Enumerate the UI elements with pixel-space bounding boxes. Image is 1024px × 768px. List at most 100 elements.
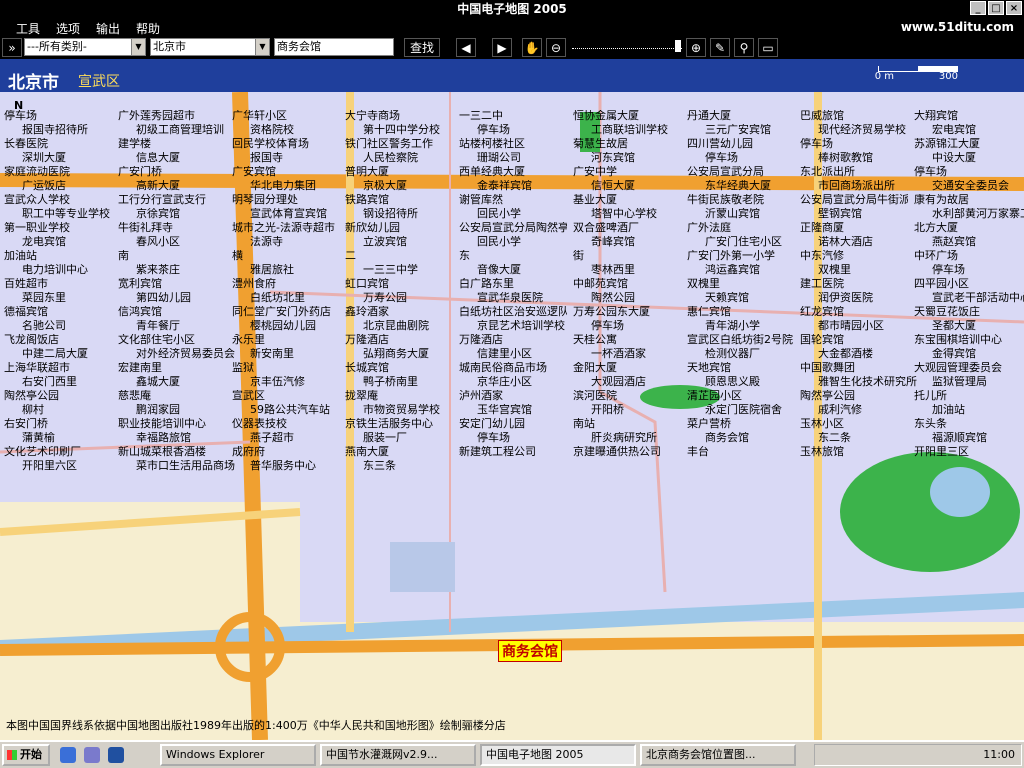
map-label[interactable]: 宣武华泉医院 <box>477 292 543 304</box>
map-label[interactable]: 公安局宣武分局陶然亭派出所 <box>459 222 567 234</box>
map-label[interactable]: 站楼柯楼社区 <box>459 138 525 150</box>
map-label[interactable]: 鑫城大厦 <box>136 376 180 388</box>
forward-arrow-icon[interactable]: ▶ <box>492 38 512 57</box>
map-label[interactable]: 龙电宾馆 <box>22 236 66 248</box>
category-select[interactable]: ---所有类别- ▼ <box>24 38 146 56</box>
map-label[interactable]: 柳村 <box>22 404 44 416</box>
map-label[interactable]: 铁路宾馆 <box>345 194 389 206</box>
map-label[interactable]: 圣都大厦 <box>932 320 976 332</box>
map-label[interactable]: 大观园酒店 <box>591 376 646 388</box>
map-label[interactable]: 菜园东里 <box>22 292 66 304</box>
map-label[interactable]: 丰台 <box>687 446 709 458</box>
map-label[interactable]: 广运饭店 <box>22 180 66 192</box>
map-label[interactable]: 职业技能培训中心 <box>118 418 206 430</box>
map-label[interactable]: 陶然亭公园 <box>800 390 855 402</box>
route-icon[interactable]: ⚲ <box>734 38 754 57</box>
map-label[interactable]: 燕南大厦 <box>345 446 389 458</box>
map-label[interactable]: 樱桃园幼儿园 <box>250 320 316 332</box>
map-label[interactable]: 现代经济贸易学校 <box>818 124 906 136</box>
map-label[interactable]: 福源顺宾馆 <box>932 432 987 444</box>
map-label[interactable]: 加油站 <box>932 404 965 416</box>
map-label[interactable]: 宣武众人学校 <box>4 194 70 206</box>
map-label[interactable]: 南 <box>118 250 129 262</box>
map-label[interactable]: 红龙宾馆 <box>800 306 844 318</box>
map-label[interactable]: 广外莲秀园超市 <box>118 110 195 122</box>
maximize-button[interactable]: □ <box>988 1 1004 15</box>
map-label[interactable]: 报国寺招待所 <box>22 124 88 136</box>
map-label[interactable]: 音像大厦 <box>477 264 521 276</box>
map-label[interactable]: 中环广场 <box>914 250 958 262</box>
map-label[interactable]: 文化部住宅小区 <box>118 334 195 346</box>
map-label[interactable]: 顾恩思义殿 <box>705 376 760 388</box>
map-label[interactable]: 职工中等专业学校 <box>22 208 110 220</box>
map-label[interactable]: 右安门桥 <box>4 418 48 430</box>
map-label[interactable]: 大观园管理委员会 <box>914 362 1002 374</box>
map-label[interactable]: 商务会馆 <box>705 432 749 444</box>
map-label[interactable]: 信息大厦 <box>136 152 180 164</box>
map-label[interactable]: 南站 <box>573 418 595 430</box>
map-label[interactable]: 建学楼 <box>118 138 151 150</box>
map-label[interactable]: 东宝围棋培训中心 <box>914 334 1002 346</box>
minimize-button[interactable]: _ <box>970 1 986 15</box>
map-label[interactable]: 玉林小区 <box>800 418 844 430</box>
map-label[interactable]: 恒协金属大厦 <box>573 110 639 122</box>
map-label[interactable]: 枣林西里 <box>591 264 635 276</box>
map-label[interactable]: 东华经典大厦 <box>705 180 771 192</box>
map-label[interactable]: 信建里小区 <box>477 348 532 360</box>
map-label[interactable]: 青年湖小学 <box>705 320 760 332</box>
map-label[interactable]: 飞龙阁饭店 <box>4 334 59 346</box>
map-label[interactable]: 白纸坊北里 <box>250 292 305 304</box>
map-label[interactable]: 宽利宾馆 <box>118 278 162 290</box>
map-label[interactable]: 德福宾馆 <box>4 306 48 318</box>
map-label[interactable]: 开阳里六区 <box>22 460 77 472</box>
map-canvas[interactable]: N 停车场 广外莲秀园超市 广华轩小区 大宁寺商场 一三二中 恒协金属大厦 丹通大厦 巴威旅馆… <box>0 92 1024 740</box>
map-label[interactable]: 菜市口生活用品商场 <box>136 460 235 472</box>
map-label[interactable]: 万寿公园 <box>363 292 407 304</box>
map-label[interactable]: 一杯酒酒家 <box>591 348 646 360</box>
messenger-icon[interactable] <box>84 747 100 763</box>
map-label[interactable]: 苏源锦江大厦 <box>914 138 980 150</box>
map-label[interactable]: 滨河医院 <box>573 390 617 402</box>
map-label[interactable]: 广安门桥 <box>118 166 162 178</box>
map-label[interactable]: 京徐宾馆 <box>136 208 180 220</box>
map-label[interactable]: 监狱管理局 <box>932 376 987 388</box>
map-label[interactable]: 国轮宾馆 <box>800 334 844 346</box>
map-label[interactable]: 金泰祥宾馆 <box>477 180 532 192</box>
map-label[interactable]: 白广路东里 <box>459 278 514 290</box>
map-label[interactable]: 新山城菜根香酒楼 <box>118 446 206 458</box>
map-label[interactable]: 广安中学 <box>573 166 617 178</box>
map-label[interactable]: 市回商场派出所 <box>818 180 895 192</box>
map-label[interactable]: 名驰公司 <box>22 320 66 332</box>
map-label[interactable]: 万隆酒店 <box>459 334 503 346</box>
map-label[interactable]: 沂蒙山宾馆 <box>705 208 760 220</box>
map-label[interactable]: 停车场 <box>932 264 965 276</box>
map-label[interactable]: 文化艺术印刷厂 <box>4 446 81 458</box>
map-label[interactable]: 万隆酒店 <box>345 334 389 346</box>
map-label[interactable]: 二 <box>345 250 356 262</box>
map-label[interactable]: 市物资贸易学校 <box>363 404 440 416</box>
map-label[interactable]: 回民小学 <box>477 236 521 248</box>
map-label[interactable]: 基业大厦 <box>573 194 617 206</box>
map-label[interactable]: 京建曝通供热公司 <box>573 446 661 458</box>
map-label[interactable]: 钢设招待所 <box>363 208 418 220</box>
map-label[interactable]: 人民检察院 <box>363 152 418 164</box>
search-button[interactable]: 查找 <box>404 38 440 57</box>
close-button[interactable]: × <box>1006 1 1022 15</box>
start-button[interactable]: 开始 <box>2 744 50 766</box>
map-label[interactable]: 正隆商厦 <box>800 222 844 234</box>
map-label[interactable]: 天蜀豆花饭庄 <box>914 306 980 318</box>
map-label[interactable]: 宣武区 <box>232 390 265 402</box>
map-label[interactable]: 中东汽修 <box>800 250 844 262</box>
map-label[interactable]: 建工医院 <box>800 278 844 290</box>
map-label[interactable]: 家庭流动医院 <box>4 166 70 178</box>
map-label[interactable]: 仪器表技校 <box>232 418 287 430</box>
map-label[interactable]: 城南民俗商品市场 <box>459 362 547 374</box>
map-label[interactable]: 拢翠庵 <box>345 390 378 402</box>
highlighted-result-tag[interactable]: 商务会馆 <box>498 640 562 662</box>
map-label[interactable]: 泸州酒家 <box>459 390 503 402</box>
map-label[interactable]: 菊慧生故居 <box>573 138 628 150</box>
map-label[interactable]: 深圳大厦 <box>22 152 66 164</box>
map-label[interactable]: 广外法庭 <box>687 222 731 234</box>
clock[interactable]: 11:00 <box>983 748 1015 761</box>
map-label[interactable]: 普明大厦 <box>345 166 389 178</box>
